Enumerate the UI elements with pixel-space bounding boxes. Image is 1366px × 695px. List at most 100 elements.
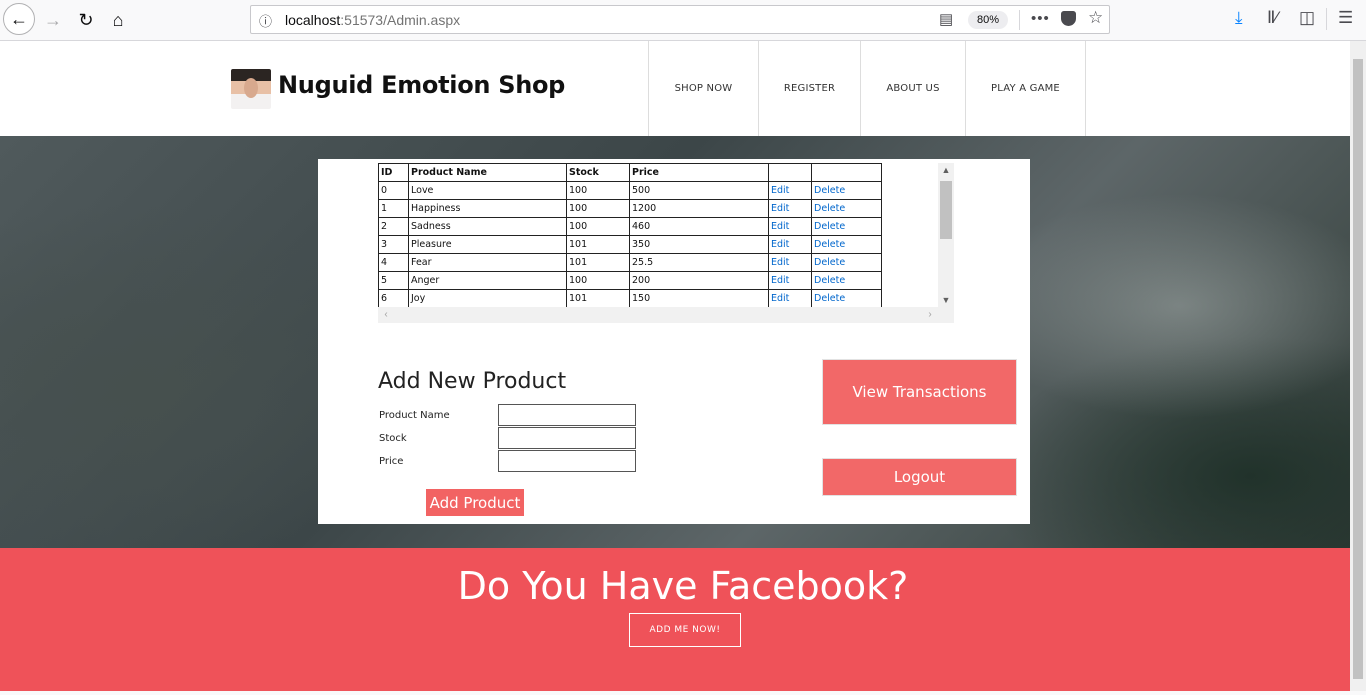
edit-link[interactable]: Edit [771,221,789,232]
product-name-input[interactable] [498,404,636,426]
scroll-right-icon[interactable]: › [922,307,938,323]
product-name-label: Product Name [379,410,450,421]
edit-link[interactable]: Edit [771,239,789,250]
page-scroll-thumb[interactable] [1353,59,1363,679]
nav-shop-now[interactable]: SHOP NOW [649,41,759,136]
cell-product-name: Pleasure [408,235,567,254]
cell-edit: Edit [768,217,812,236]
delete-link[interactable]: Delete [814,257,845,268]
cell-price: 500 [629,181,769,200]
cell-edit: Edit [768,271,812,290]
library-icon[interactable]: Ⅱ⁄ [1267,8,1278,28]
delete-link[interactable]: Delete [814,239,845,250]
cell-delete: Delete [811,199,882,218]
edit-link[interactable]: Edit [771,275,789,286]
products-grid-container: ID Product Name Stock Price 0 Love 100 500 E… [378,163,954,323]
edit-link[interactable]: Edit [771,185,789,196]
table-row: 4 Fear 101 25.5 Edit Delete [378,253,882,272]
delete-link[interactable]: Delete [814,203,845,214]
sidebar-icon[interactable]: ◫ [1299,8,1315,28]
footer-banner: Do You Have Facebook? ADD ME NOW! [0,548,1350,691]
cell-edit: Edit [768,199,812,218]
delete-link[interactable]: Delete [814,275,845,286]
cell-edit: Edit [768,181,812,200]
products-table: ID Product Name Stock Price 0 Love 100 500 E… [378,163,882,307]
bookmark-star-icon[interactable]: ☆ [1088,8,1103,28]
cell-id: 1 [378,199,409,218]
cell-delete: Delete [811,235,882,254]
nav-register[interactable]: REGISTER [759,41,861,136]
cell-id: 3 [378,235,409,254]
grid-horizontal-scrollbar[interactable]: ‹ › [378,307,954,323]
delete-link[interactable]: Delete [814,185,845,196]
table-row: 6 Joy 101 150 Edit Delete [378,289,882,307]
download-icon[interactable]: ⤓ [1235,8,1243,28]
scroll-left-icon[interactable]: ‹ [378,307,394,323]
column-header-delete [811,163,882,182]
nav-play-a-game[interactable]: PLAY A GAME [966,41,1086,136]
table-row: 1 Happiness 100 1200 Edit Delete [378,199,882,218]
cell-price: 350 [629,235,769,254]
page-scrollbar[interactable] [1350,41,1366,691]
cell-delete: Delete [811,217,882,236]
column-header-edit [768,163,812,182]
address-bar[interactable]: ⓘ localhost:51573/Admin.aspx ▤ 80% ••• ☆ [250,5,1110,34]
cell-price: 25.5 [629,253,769,272]
avatar[interactable] [231,69,271,109]
cell-id: 4 [378,253,409,272]
reload-icon[interactable]: ↻ [71,5,101,35]
site-header: Nuguid Emotion Shop SHOP NOW REGISTER AB… [0,41,1350,136]
price-input[interactable] [498,450,636,472]
scroll-down-icon[interactable]: ▼ [938,293,954,307]
products-grid-viewport: ID Product Name Stock Price 0 Love 100 500 E… [378,163,938,307]
scroll-thumb[interactable] [940,181,952,239]
divider [1019,10,1020,30]
edit-link[interactable]: Edit [771,203,789,214]
cell-product-name: Fear [408,253,567,272]
site-title[interactable]: Nuguid Emotion Shop [278,71,565,99]
home-icon[interactable]: ⌂ [103,5,133,35]
nav-about-us[interactable]: ABOUT US [861,41,966,136]
pocket-icon[interactable] [1061,11,1076,26]
scroll-up-icon[interactable]: ▲ [938,163,954,177]
cell-delete: Delete [811,289,882,307]
cell-price: 1200 [629,199,769,218]
grid-vertical-scrollbar[interactable]: ▲ ▼ [938,163,954,307]
view-transactions-button[interactable]: View Transactions [822,359,1017,425]
add-product-heading: Add New Product [378,369,567,394]
cell-delete: Delete [811,271,882,290]
table-row: 2 Sadness 100 460 Edit Delete [378,217,882,236]
add-me-now-button[interactable]: ADD ME NOW! [629,613,741,647]
delete-link[interactable]: Delete [814,221,845,232]
cell-product-name: Love [408,181,567,200]
reader-view-icon[interactable]: ▤ [939,10,953,28]
admin-panel: ID Product Name Stock Price 0 Love 100 500 E… [318,159,1030,524]
cell-price: 200 [629,271,769,290]
add-product-button[interactable]: Add Product [426,489,524,516]
logout-button[interactable]: Logout [822,458,1017,496]
cell-product-name: Happiness [408,199,567,218]
cell-stock: 100 [566,181,630,200]
edit-link[interactable]: Edit [771,257,789,268]
cell-edit: Edit [768,235,812,254]
delete-link[interactable]: Delete [814,293,845,304]
stock-input[interactable] [498,427,636,449]
cell-stock: 101 [566,253,630,272]
hamburger-menu-icon[interactable]: ☰ [1338,8,1353,28]
url-text[interactable]: localhost:51573/Admin.aspx [285,12,460,28]
back-arrow-icon[interactable]: ← [3,3,35,35]
cell-stock: 100 [566,217,630,236]
page-actions-icon[interactable]: ••• [1031,10,1050,27]
edit-link[interactable]: Edit [771,293,789,304]
forward-arrow-icon[interactable]: → [38,5,68,35]
page-viewport: Nuguid Emotion Shop SHOP NOW REGISTER AB… [0,41,1350,691]
info-icon[interactable]: ⓘ [259,11,275,29]
cell-edit: Edit [768,289,812,307]
cell-id: 6 [378,289,409,307]
table-row: 0 Love 100 500 Edit Delete [378,181,882,200]
table-row: 3 Pleasure 101 350 Edit Delete [378,235,882,254]
divider [1326,8,1327,30]
cell-id: 0 [378,181,409,200]
zoom-indicator[interactable]: 80% [968,11,1009,29]
cell-price: 460 [629,217,769,236]
